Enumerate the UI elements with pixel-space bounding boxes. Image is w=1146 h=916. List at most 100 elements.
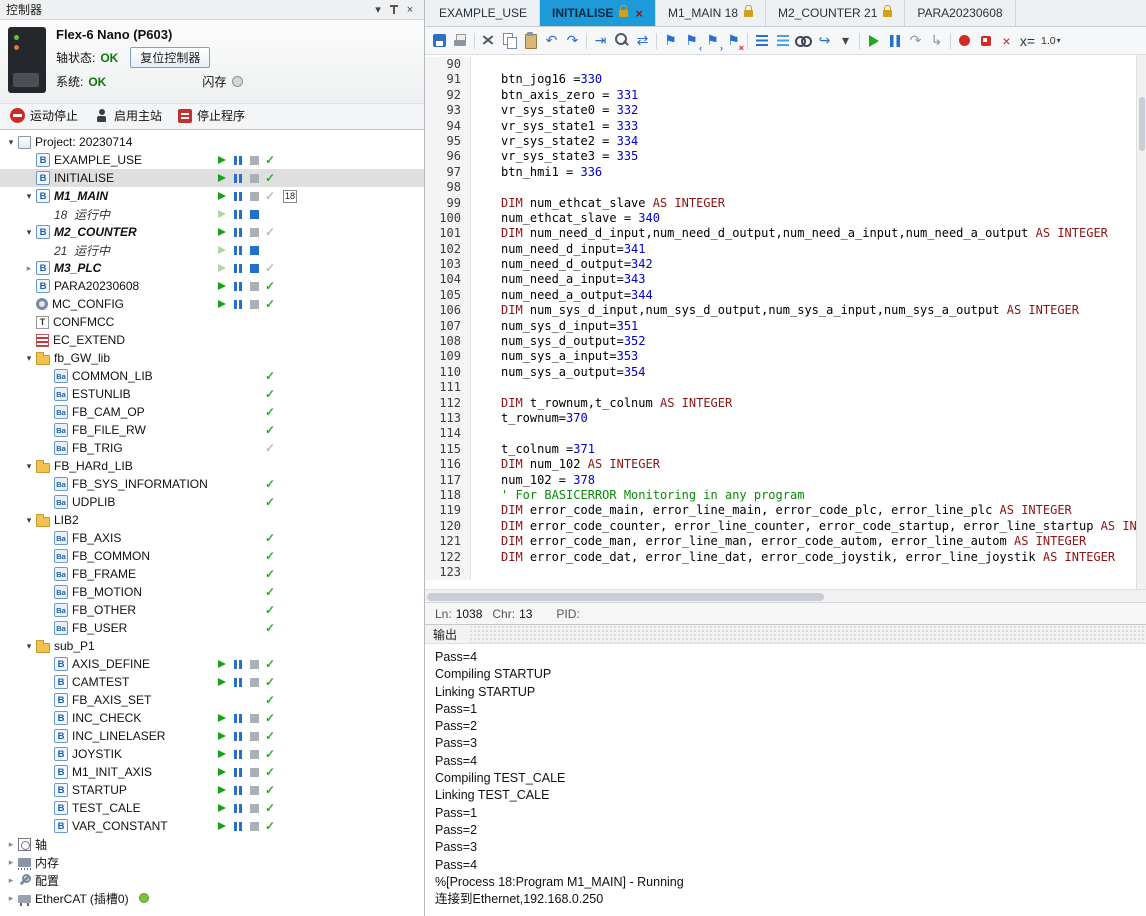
tree-item-camtest[interactable]: BCAMTEST✓ [0, 673, 424, 691]
stop-program-icon[interactable] [246, 728, 262, 744]
code-line[interactable]: 123 [425, 565, 1136, 580]
tree-item-estunlib[interactable]: BaESTUNLIB✓ [0, 385, 424, 403]
expander-icon[interactable]: ▸ [4, 875, 18, 886]
run-program-icon[interactable] [214, 170, 230, 186]
code-line[interactable]: 101DIM num_need_d_input,num_need_d_outpu… [425, 226, 1136, 241]
horizontal-scrollbar[interactable] [425, 589, 1146, 602]
bookmark-next-icon[interactable]: ⚑› [702, 30, 723, 51]
undo-icon[interactable]: ↶ [541, 30, 562, 51]
code-line[interactable]: 96vr_sys_state3 = 335 [425, 149, 1136, 164]
tree-item-test-cale[interactable]: BTEST_CALE✓ [0, 799, 424, 817]
stop-program-icon[interactable] [246, 242, 262, 258]
code-line[interactable]: 112DIM t_rownum,t_colnum AS INTEGER [425, 396, 1136, 411]
paste-icon[interactable] [520, 30, 541, 51]
find-replace-icon[interactable]: ⇄ [632, 30, 653, 51]
pin-icon[interactable] [386, 2, 402, 18]
expander-icon[interactable]: ▸ [4, 839, 18, 850]
code-line[interactable]: 111 [425, 380, 1136, 395]
tree-item-fb-common[interactable]: BaFB_COMMON✓ [0, 547, 424, 565]
code-line[interactable]: 91btn_jog16 =330 [425, 72, 1136, 87]
expander-icon[interactable]: ▾ [22, 641, 36, 652]
code-line[interactable]: 97btn_hmi1 = 336 [425, 165, 1136, 180]
outline-list-icon[interactable] [751, 30, 772, 51]
tree-item-inc-check[interactable]: BINC_CHECK✓ [0, 709, 424, 727]
pause-program-icon[interactable] [230, 728, 246, 744]
output-panel-header[interactable]: 输出 [425, 624, 1146, 644]
tree-item-confmcc[interactable]: TCONFMCC [0, 313, 424, 331]
pause-program-icon[interactable] [230, 818, 246, 834]
code-line[interactable]: 107num_sys_d_input=351 [425, 319, 1136, 334]
tree-item-fb-axis-set[interactable]: BFB_AXIS_SET✓ [0, 691, 424, 709]
code-line[interactable]: 103num_need_d_output=342 [425, 257, 1136, 272]
run-program-icon[interactable] [214, 728, 230, 744]
step-into-icon[interactable]: ↳ [926, 30, 947, 51]
stop-program-button[interactable]: 停止程序 [178, 107, 245, 124]
close-tab-icon[interactable]: × [635, 7, 643, 20]
stop-program-icon[interactable] [246, 710, 262, 726]
pause-program-icon[interactable] [230, 206, 246, 222]
motion-stop-button[interactable]: 运动停止 [10, 107, 78, 124]
pause-program-icon[interactable] [230, 746, 246, 762]
run-program-icon[interactable] [214, 242, 230, 258]
pause-program-icon[interactable] [230, 782, 246, 798]
expander-icon[interactable]: ▸ [4, 857, 18, 868]
code-line[interactable]: 109num_sys_a_input=353 [425, 349, 1136, 364]
save-icon[interactable] [429, 30, 450, 51]
tree-item-item[interactable]: ▸配置 [0, 871, 424, 889]
stop-program-icon[interactable] [246, 224, 262, 240]
bookmark-icon[interactable]: ⚑ [660, 30, 681, 51]
close-icon[interactable]: × [402, 2, 418, 18]
code-line[interactable]: 102num_need_d_input=341 [425, 242, 1136, 257]
code-line[interactable]: 120DIM error_code_counter, error_line_co… [425, 519, 1136, 534]
find-icon[interactable] [611, 30, 632, 51]
run-program-icon[interactable] [214, 206, 230, 222]
pause-program-icon[interactable] [230, 188, 246, 204]
stop-program-icon[interactable] [246, 656, 262, 672]
stop-program-icon[interactable] [246, 260, 262, 276]
tree-item-m1-init-axis[interactable]: BM1_INIT_AXIS✓ [0, 763, 424, 781]
pause-program-icon[interactable] [230, 674, 246, 690]
expander-icon[interactable]: ▾ [22, 191, 36, 202]
breakpoint-clear-icon[interactable]: × [996, 30, 1017, 51]
tree-item-common-lib[interactable]: BaCOMMON_LIB✓ [0, 367, 424, 385]
watch-icon[interactable] [793, 30, 814, 51]
run-program-icon[interactable] [214, 656, 230, 672]
tree-item-udplib[interactable]: BaUDPLIB✓ [0, 493, 424, 511]
tree-item-21[interactable]: 21 运行中 [0, 241, 424, 259]
run-program-icon[interactable] [214, 782, 230, 798]
stop-program-icon[interactable] [246, 188, 262, 204]
code-line[interactable]: 92btn_axis_zero = 331 [425, 88, 1136, 103]
code-line[interactable]: 116DIM num_102 AS INTEGER [425, 457, 1136, 472]
goto-pc-icon[interactable]: ↪ [814, 30, 835, 51]
pause-program-icon[interactable] [230, 656, 246, 672]
tab-example-use[interactable]: EXAMPLE_USE [427, 0, 540, 26]
run-program-icon[interactable] [214, 224, 230, 240]
tree-item-axis-define[interactable]: BAXIS_DEFINE✓ [0, 655, 424, 673]
tree-item-fb-trig[interactable]: BaFB_TRIG✓ [0, 439, 424, 457]
code-line[interactable]: 106DIM num_sys_d_input,num_sys_d_output,… [425, 303, 1136, 318]
pause-program-icon[interactable] [230, 296, 246, 312]
pause-program-icon[interactable] [230, 170, 246, 186]
stop-program-icon[interactable] [246, 296, 262, 312]
copy-icon[interactable] [499, 30, 520, 51]
enable-master-button[interactable]: 启用主站 [94, 107, 162, 124]
tab-m1-main-18[interactable]: M1_MAIN 18 [656, 0, 766, 26]
code-line[interactable]: 90 [425, 57, 1136, 72]
expander-icon[interactable]: ▾ [22, 353, 36, 364]
print-icon[interactable]: ▾ [450, 30, 471, 51]
redo-icon[interactable]: ↷ [562, 30, 583, 51]
vertical-scrollbar-thumb[interactable] [1139, 97, 1145, 151]
expression-icon[interactable]: x= [1017, 30, 1038, 51]
code-line[interactable]: 95vr_sys_state2 = 334 [425, 134, 1136, 149]
code-line[interactable]: 122DIM error_code_dat, error_line_dat, e… [425, 550, 1136, 565]
tree-item-fb-user[interactable]: BaFB_USER✓ [0, 619, 424, 637]
code-line[interactable]: 104num_need_a_input=343 [425, 272, 1136, 287]
tree-item-item[interactable]: ▸轴 [0, 835, 424, 853]
tree-item-project-20230714[interactable]: ▾Project: 20230714 [0, 133, 424, 151]
stop-program-icon[interactable] [246, 800, 262, 816]
output-body[interactable]: Pass=4Compiling STARTUPLinking STARTUPPa… [425, 644, 1146, 916]
code-line[interactable]: 113t_rownum=370 [425, 411, 1136, 426]
pause-program-icon[interactable] [230, 152, 246, 168]
tree-item-ec-extend[interactable]: EC_EXTEND [0, 331, 424, 349]
tree-item-initialise[interactable]: BINITIALISE✓ [0, 169, 424, 187]
